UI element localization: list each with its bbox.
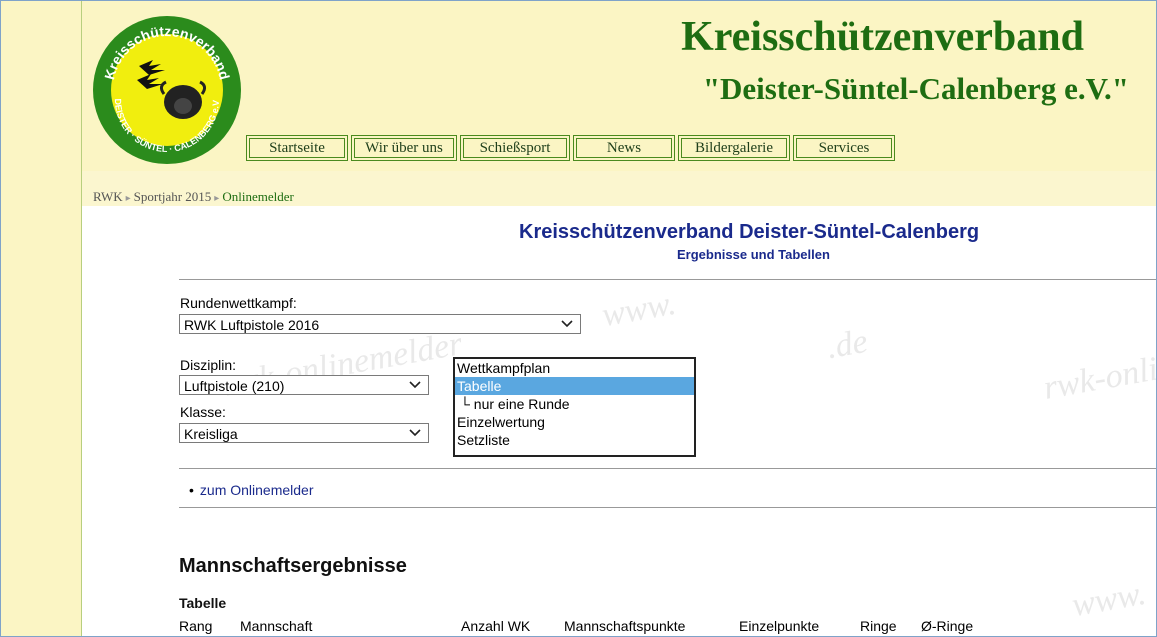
onlinemelder-link-row: • zum Onlinemelder [189,482,314,498]
left-margin [1,1,81,636]
column-header-anzahl-wk: Anzahl WK [461,618,531,634]
nav-news[interactable]: News [573,135,675,161]
breadcrumb-separator-icon: ▸ [125,193,131,204]
table-heading: Tabelle [179,595,227,611]
option-einzelwertung[interactable]: Einzelwertung [455,413,694,431]
page-heading: Kreisschützenverband Deister-Süntel-Cale… [519,221,980,243]
option-nur-eine-runde[interactable]: └ nur eine Runde [455,395,694,413]
nav-wir-ueber-uns[interactable]: Wir über uns [351,135,457,161]
option-setzliste[interactable]: Setzliste [455,431,694,449]
site-subtitle: "Deister-Süntel-Calenberg e.V." [702,71,1129,106]
column-header-einzelpunkte: Einzelpunkte [739,618,820,634]
breadcrumb-current: Onlinemelder [222,189,294,204]
divider [179,507,1156,508]
column-header-rang: Rang [179,618,213,634]
bullet-icon: • [189,482,194,498]
klasse-value: Kreisliga [184,426,238,442]
column-header-mannschaft: Mannschaft [240,618,313,634]
klasse-label: Klasse: [180,404,226,420]
chevron-down-icon [409,381,421,389]
site-title: Kreisschützenverband [681,14,1084,60]
nav-bildergalerie[interactable]: Bildergalerie [678,135,790,161]
results-heading: Mannschaftsergebnisse [179,555,407,577]
option-wettkampfplan[interactable]: Wettkampfplan [455,359,694,377]
nav-startseite[interactable]: Startseite [246,135,348,161]
rundenwettkampf-label: Rundenwettkampf: [180,295,297,311]
chevron-down-icon [409,429,421,437]
klasse-select[interactable]: Kreisliga [179,423,429,443]
divider [179,468,1156,469]
disziplin-label: Disziplin: [180,357,237,373]
option-tabelle[interactable]: Tabelle [455,377,694,395]
nav-services[interactable]: Services [793,135,895,161]
watermark: www. [599,284,679,335]
divider [179,279,1156,280]
watermark: www. [1069,574,1149,625]
browser-viewport: Kreisschützenverband DEISTER · SÜNTEL · … [0,0,1157,637]
disziplin-value: Luftpistole (210) [184,378,285,394]
page-subheading: Ergebnisse und Tabellen [677,247,830,262]
breadcrumb-separator-icon: ▸ [214,193,220,204]
club-logo[interactable]: Kreisschützenverband DEISTER · SÜNTEL · … [91,14,243,166]
watermark: rwk-onlinemelder.de [1040,322,1157,407]
column-header-mannschaftspunkte: Mannschaftspunkte [564,618,686,634]
breadcrumb: RWK ▸ Sportjahr 2015 ▸ Onlinemelder [93,189,294,205]
watermark: .de [824,322,871,367]
chevron-down-icon [561,320,573,328]
rundenwettkampf-select[interactable]: RWK Luftpistole 2016 [179,314,581,334]
disziplin-select[interactable]: Luftpistole (210) [179,375,429,395]
column-header-ringe: Ringe [860,618,897,634]
column-header-durchschnitt-ringe: Ø-Ringe [921,618,974,634]
nav-schiesssport[interactable]: Schießsport [460,135,570,161]
view-listbox[interactable]: Wettkampfplan Tabelle └ nur eine Runde E… [453,357,696,457]
onlinemelder-link[interactable]: zum Onlinemelder [200,482,314,498]
content-area: rwk-onlinemelder www. .de rwk-onlinemeld… [82,206,1157,636]
breadcrumb-rwk[interactable]: RWK [93,189,123,204]
rundenwettkampf-value: RWK Luftpistole 2016 [184,317,320,333]
breadcrumb-sportjahr[interactable]: Sportjahr 2015 [134,189,212,204]
